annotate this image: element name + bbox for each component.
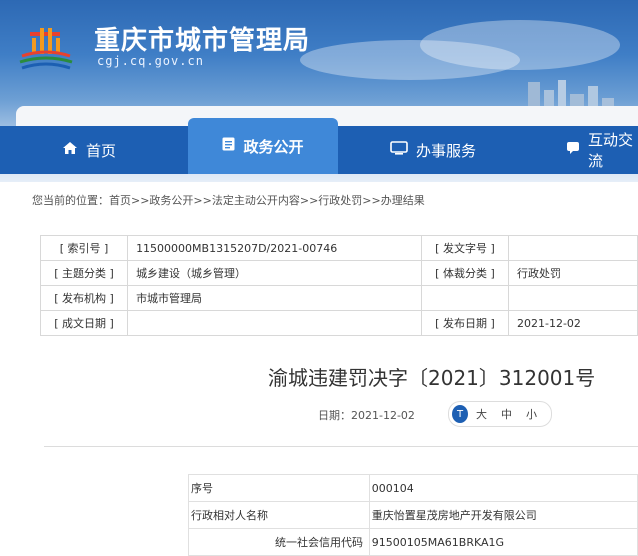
topic-label: [ 主题分类 ]: [39, 260, 129, 286]
breadcrumb-path[interactable]: 首页>>政务公开>>法定主动公开内容>>行政处罚>>办理结果: [109, 194, 425, 207]
created-label: [ 成文日期 ]: [39, 310, 129, 336]
table-row: 统一社会信用代码 91500105MA61BRKA1G: [188, 528, 638, 556]
meta-row: [ 成文日期 ] [ 发布日期 ] 2021-12-02: [39, 310, 638, 336]
breadcrumb: 您当前的位置：首页>>政务公开>>法定主动公开内容>>行政处罚>>办理结果: [32, 192, 425, 208]
table-row: 序号 000104: [188, 474, 638, 502]
org-spacer-value: [508, 285, 638, 311]
font-large-button[interactable]: 大: [476, 406, 487, 422]
meta-row: [ 主题分类 ] 城乡建设（城乡管理） [ 体裁分类 ] 行政处罚: [39, 260, 638, 286]
font-small-button[interactable]: 小: [526, 406, 537, 422]
site-title[interactable]: 重庆市城市管理局: [94, 20, 310, 57]
breadcrumb-prefix: 您当前的位置：: [32, 194, 109, 207]
site-url: cgj.cq.gov.cn: [97, 54, 204, 68]
org-spacer: [420, 285, 510, 311]
row-key: 统一社会信用代码: [188, 528, 370, 556]
genre-label: [ 体裁分类 ]: [420, 260, 510, 286]
nav-label: 政务公开: [243, 137, 304, 156]
nav-item-services[interactable]: 办事服务: [390, 126, 476, 174]
service-icon: [390, 141, 408, 159]
nav-label: 互动交流: [588, 131, 634, 170]
content-divider: [44, 446, 638, 447]
document-title: 渝城违建罚决字〔2021〕312001号: [268, 366, 596, 390]
home-icon: [62, 141, 78, 159]
penalty-detail-table: 序号 000104 行政相对人名称 重庆怡置星茂房地产开发有限公司 统一社会信用…: [188, 474, 638, 556]
nav-item-home[interactable]: 首页: [62, 126, 116, 174]
index-value: 11500000MB1315207D/2021-00746: [127, 235, 422, 261]
created-value: [127, 310, 422, 336]
doc-no-value: [508, 235, 638, 261]
meta-row: [ 发布机构 ] 市城市管理局: [39, 285, 638, 311]
org-label: [ 发布机构 ]: [39, 285, 129, 311]
document-icon: [222, 137, 235, 155]
row-value: 重庆怡置星茂房地产开发有限公司: [368, 501, 638, 529]
published-label: [ 发布日期 ]: [420, 310, 510, 336]
meta-row: [ 索引号 ] 11500000MB1315207D/2021-00746 [ …: [39, 235, 638, 261]
cloud-decoration: [420, 20, 620, 70]
index-label: [ 索引号 ]: [39, 235, 129, 261]
nav-item-gov-affairs[interactable]: 政务公开: [188, 118, 338, 174]
nav-label: 办事服务: [416, 141, 477, 160]
main-nav: 首页 政务公开 办事服务 互动交流: [0, 118, 638, 174]
table-row: 行政相对人名称 重庆怡置星茂房地产开发有限公司: [188, 501, 638, 529]
font-size-icon: T: [452, 405, 468, 423]
genre-value: 行政处罚: [508, 260, 638, 286]
nav-label: 首页: [86, 141, 117, 160]
document-meta-table: [ 索引号 ] 11500000MB1315207D/2021-00746 [ …: [39, 235, 638, 336]
font-medium-button[interactable]: 中: [501, 406, 512, 422]
font-size-control: T 大 中 小: [448, 401, 552, 427]
row-key: 序号: [188, 474, 370, 502]
nav-item-interaction[interactable]: 互动交流: [566, 126, 638, 174]
doc-no-label: [ 发文字号 ]: [420, 235, 510, 261]
publish-date: 日期：2021-12-02: [318, 409, 415, 422]
row-value: 91500105MA61BRKA1G: [368, 528, 638, 556]
row-value: 000104: [368, 474, 638, 502]
topic-value: 城乡建设（城乡管理）: [127, 260, 422, 286]
published-value: 2021-12-02: [508, 310, 638, 336]
chat-icon: [566, 141, 580, 159]
row-key: 行政相对人名称: [188, 501, 370, 529]
org-value: 市城市管理局: [127, 285, 422, 311]
site-logo[interactable]: [16, 20, 76, 72]
